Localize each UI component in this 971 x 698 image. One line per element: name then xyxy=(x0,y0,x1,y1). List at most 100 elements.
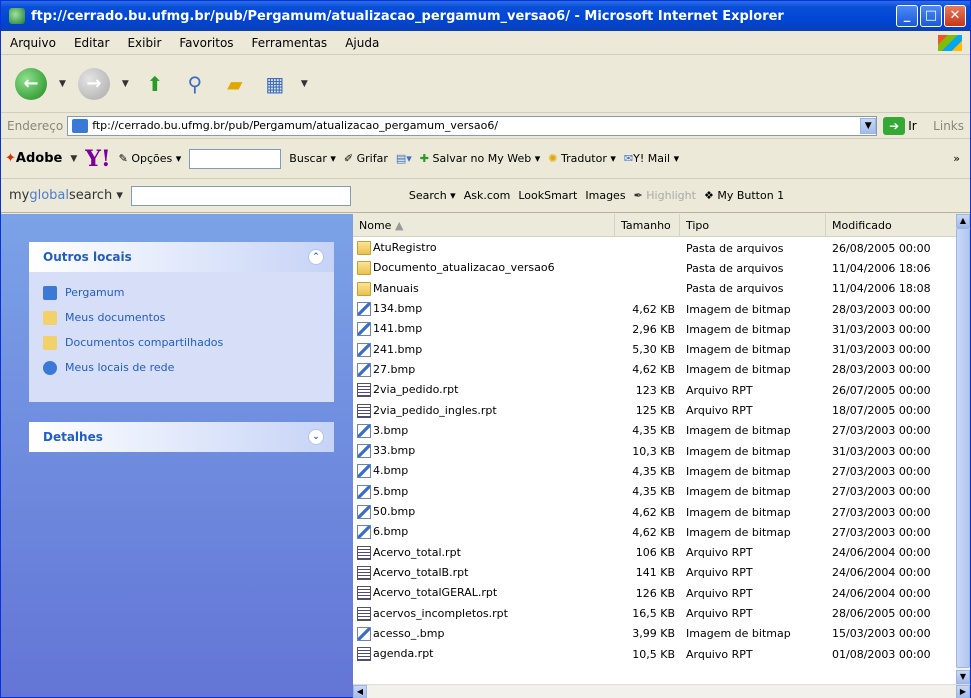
file-modified: 11/04/2006 18:06 xyxy=(832,261,931,275)
horizontal-scrollbar[interactable]: ◀ ▶ xyxy=(353,684,970,698)
file-row[interactable]: acervos_incompletos.rpt 16,5 KB Arquivo RP… xyxy=(353,603,956,623)
place-documentos-compartilhados[interactable]: Documentos compartilhados xyxy=(43,330,334,355)
column-tipo[interactable]: Tipo xyxy=(680,214,826,237)
yahoo-search-input[interactable] xyxy=(189,148,282,169)
menu-favoritos[interactable]: Favoritos xyxy=(170,36,242,50)
place-meus-documentos[interactable]: Meus documentos xyxy=(43,305,334,330)
column-nome[interactable]: Nome ▲ xyxy=(353,214,615,237)
file-row[interactable]: 134.bmp 4,62 KB Imagem de bitmap 28/03/2003… xyxy=(353,299,956,319)
file-modified: 31/03/2003 00:00 xyxy=(832,322,931,336)
search-button[interactable]: Search ▾ xyxy=(409,189,456,202)
scroll-left-icon[interactable]: ◀ xyxy=(353,685,367,698)
back-button[interactable]: ← xyxy=(15,67,47,100)
rpt-file-icon xyxy=(357,545,371,560)
vertical-scrollbar[interactable]: ▲ ▼ xyxy=(956,214,970,684)
file-name: 4.bmp xyxy=(373,464,409,478)
search-icon[interactable]: ⚲ xyxy=(181,70,209,98)
views-icon[interactable]: ▦ xyxy=(261,70,289,98)
file-row[interactable]: 33.bmp 10,3 KB Imagem de bitmap 31/03/2003 … xyxy=(353,441,956,461)
images-link[interactable]: Images xyxy=(585,189,625,202)
file-row[interactable]: Acervo_totalB.rpt 141 KB Arquivo RPT 24/06/… xyxy=(353,563,956,583)
outros-locais-header[interactable]: Outros locais ⌃ xyxy=(29,242,334,272)
place-pergamum[interactable]: Pergamum xyxy=(43,280,334,305)
file-name: AtuRegistro xyxy=(373,241,437,255)
address-dropdown-icon[interactable]: ▼ xyxy=(860,117,877,134)
expand-chevron-icon[interactable]: ⌄ xyxy=(308,429,324,445)
maximize-button[interactable]: □ xyxy=(920,5,942,27)
buscar-button[interactable]: Buscar ▾ xyxy=(289,152,336,165)
more-chevron-icon[interactable]: » xyxy=(953,152,960,165)
globalsearch-input[interactable] xyxy=(130,185,351,206)
rpt-file-icon xyxy=(357,383,371,398)
opcoes-button[interactable]: ✎ Opções ▾ xyxy=(119,152,182,165)
menu-editar[interactable]: Editar xyxy=(65,36,119,50)
menu-arquivo[interactable]: Arquivo xyxy=(1,36,65,50)
scroll-up-icon[interactable]: ▲ xyxy=(956,214,970,228)
file-type: Arquivo RPT xyxy=(686,404,753,418)
file-row[interactable]: acesso_.bmp 3,99 KB Imagem de bitmap 15/03/… xyxy=(353,624,956,644)
menu-ferramentas[interactable]: Ferramentas xyxy=(243,36,337,50)
adobe-dropdown-icon[interactable]: ▼ xyxy=(70,154,77,164)
adobe-button[interactable]: ✦Adobe xyxy=(5,151,62,166)
place-meus-locais-de-rede[interactable]: Meus locais de rede xyxy=(43,355,334,380)
my-button-1[interactable]: ❖ My Button 1 xyxy=(704,189,784,202)
folders-icon[interactable]: ▰ xyxy=(221,70,249,98)
file-row[interactable]: 6.bmp 4,62 KB Imagem de bitmap 27/03/2003 0… xyxy=(353,522,956,542)
menu-ajuda[interactable]: Ajuda xyxy=(336,36,388,50)
file-row[interactable]: 3.bmp 4,35 KB Imagem de bitmap 27/03/2003 0… xyxy=(353,421,956,441)
file-row[interactable]: 5.bmp 4,35 KB Imagem de bitmap 27/03/2003 0… xyxy=(353,482,956,502)
back-dropdown-icon[interactable]: ▼ xyxy=(59,79,66,89)
scroll-right-icon[interactable]: ▶ xyxy=(956,685,970,698)
forward-dropdown-icon[interactable]: ▼ xyxy=(122,79,129,89)
go-button[interactable]: ➔ Ir xyxy=(883,116,917,135)
column-tamanho[interactable]: Tamanho xyxy=(615,214,680,237)
title-bar[interactable]: ftp://cerrado.bu.ufmg.br/pub/Pergamum/at… xyxy=(1,1,970,31)
file-row[interactable]: Acervo_total.rpt 106 KB Arquivo RPT 24/06/2… xyxy=(353,543,956,563)
file-type: Arquivo RPT xyxy=(686,566,753,580)
file-row[interactable]: 241.bmp 5,30 KB Imagem de bitmap 31/03/2003… xyxy=(353,340,956,360)
looksmart-link[interactable]: LookSmart xyxy=(518,189,577,202)
minimize-button[interactable]: _ xyxy=(896,5,918,27)
grifar-button[interactable]: ✐ Grifar xyxy=(344,152,388,165)
file-type: Arquivo RPT xyxy=(686,383,753,397)
file-row[interactable]: 141.bmp 2,96 KB Imagem de bitmap 31/03/2003… xyxy=(353,319,956,339)
file-size: 126 KB xyxy=(635,586,675,600)
address-input[interactable]: ftp://cerrado.bu.ufmg.br/pub/Pergamum/at… xyxy=(67,115,878,136)
salvar-button[interactable]: ✚ Salvar no My Web ▾ xyxy=(420,152,540,165)
views-dropdown-icon[interactable]: ▼ xyxy=(301,79,308,89)
windows-logo-icon xyxy=(938,35,962,51)
highlight-button[interactable]: ✒ Highlight xyxy=(634,189,696,202)
file-name: 33.bmp xyxy=(373,444,416,458)
scroll-down-icon[interactable]: ▼ xyxy=(956,670,970,684)
file-row[interactable]: 4.bmp 4,35 KB Imagem de bitmap 27/03/2003 0… xyxy=(353,461,956,481)
tradutor-button[interactable]: ✺ Tradutor ▾ xyxy=(548,152,616,165)
logo-part-global: global xyxy=(29,188,70,203)
up-folder-icon[interactable]: ⬆ xyxy=(141,70,169,98)
file-row[interactable]: Manuais Pasta de arquivos 11/04/2006 18:08 xyxy=(353,279,956,299)
file-row[interactable]: Acervo_totalGERAL.rpt 126 KB Arquivo RPT 24… xyxy=(353,583,956,603)
close-button[interactable]: ✕ xyxy=(944,5,966,27)
mail-button[interactable]: ✉Y! Mail ▾ xyxy=(624,152,679,165)
ask-link[interactable]: Ask.com xyxy=(464,189,511,202)
menu-icon[interactable]: ▤▾ xyxy=(396,152,412,165)
yahoo-logo[interactable]: Y! xyxy=(85,146,110,172)
file-row[interactable]: AtuRegistro Pasta de arquivos 26/08/2005 0… xyxy=(353,238,956,258)
file-row[interactable]: 27.bmp 4,62 KB Imagem de bitmap 28/03/2003 … xyxy=(353,360,956,380)
links-button[interactable]: Links xyxy=(933,119,964,133)
file-size: 106 KB xyxy=(635,546,675,560)
scroll-thumb[interactable] xyxy=(956,228,970,668)
column-nome-label: Nome xyxy=(359,219,392,232)
forward-button[interactable]: → xyxy=(77,67,110,100)
menu-exibir[interactable]: Exibir xyxy=(118,36,170,50)
detalhes-header[interactable]: Detalhes ⌄ xyxy=(29,422,334,452)
file-row[interactable]: 2via_pedido_ingles.rpt 125 KB Arquivo RPT 1… xyxy=(353,400,956,420)
file-row[interactable]: Documento_atualizacao_versao6 Pasta de ar… xyxy=(353,258,956,278)
column-modificado[interactable]: Modificado xyxy=(826,214,956,237)
file-type: Imagem de bitmap xyxy=(686,343,791,357)
file-row[interactable]: 2via_pedido.rpt 123 KB Arquivo RPT 26/07/20… xyxy=(353,380,956,400)
address-label: Endereço xyxy=(7,118,64,133)
collapse-chevron-icon[interactable]: ⌃ xyxy=(308,249,324,265)
file-row[interactable]: 50.bmp 4,62 KB Imagem de bitmap 27/03/2003 … xyxy=(353,502,956,522)
myglobalsearch-logo[interactable]: myglobalsearch ▾ xyxy=(9,188,123,203)
file-row[interactable]: agenda.rpt 10,5 KB Arquivo RPT 01/08/2003 0… xyxy=(353,644,956,664)
